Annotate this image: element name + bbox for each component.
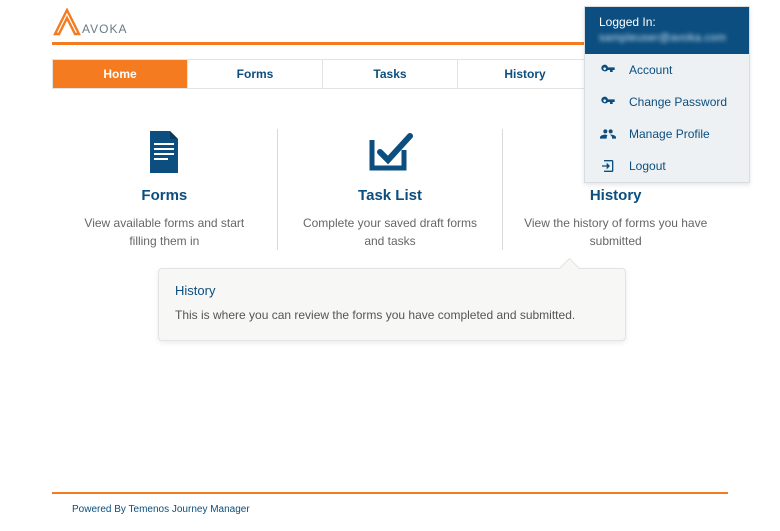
tooltip-body: This is where you can review the forms y… bbox=[175, 308, 609, 322]
logo-icon bbox=[52, 8, 82, 36]
menu-item-logout-label: Logout bbox=[629, 159, 666, 173]
footer: Powered By Temenos Journey Manager bbox=[52, 492, 728, 515]
key-icon bbox=[599, 62, 617, 78]
card-tasks-title: Task List bbox=[296, 187, 485, 204]
card-history-title: History bbox=[521, 187, 710, 204]
menu-item-change-password-label: Change Password bbox=[629, 95, 727, 109]
key-icon bbox=[599, 94, 617, 110]
forms-icon bbox=[70, 129, 259, 175]
logged-in-email: sampleuser@avoka.com bbox=[599, 32, 735, 44]
tooltip-title: History bbox=[175, 283, 609, 298]
card-tasks-desc: Complete your saved draft forms and task… bbox=[296, 214, 485, 250]
menu-item-change-password[interactable]: Change Password bbox=[585, 86, 749, 118]
logout-icon bbox=[599, 158, 617, 174]
menu-item-manage-profile-label: Manage Profile bbox=[629, 127, 710, 141]
history-tooltip: History This is where you can review the… bbox=[158, 268, 626, 341]
logged-in-label: Logged In: bbox=[599, 15, 735, 29]
card-forms[interactable]: Forms View available forms and start fil… bbox=[52, 129, 278, 250]
nav-history[interactable]: History bbox=[458, 60, 593, 88]
nav-forms[interactable]: Forms bbox=[188, 60, 323, 88]
tasks-icon bbox=[296, 129, 485, 175]
nav-home[interactable]: Home bbox=[53, 60, 188, 88]
menu-item-account-label: Account bbox=[629, 63, 672, 77]
user-menu-header: Logged In: sampleuser@avoka.com bbox=[585, 7, 749, 54]
menu-item-account[interactable]: Account bbox=[585, 54, 749, 86]
card-forms-desc: View available forms and start filling t… bbox=[70, 214, 259, 250]
footer-text: Powered By Temenos Journey Manager bbox=[52, 504, 728, 515]
footer-divider bbox=[52, 492, 728, 494]
card-forms-title: Forms bbox=[70, 187, 259, 204]
brand-name: AVOKA bbox=[82, 22, 127, 36]
user-menu: Logged In: sampleuser@avoka.com Account … bbox=[584, 6, 750, 183]
card-history-desc: View the history of forms you have submi… bbox=[521, 214, 710, 250]
nav-tasks[interactable]: Tasks bbox=[323, 60, 458, 88]
menu-item-logout[interactable]: Logout bbox=[585, 150, 749, 182]
card-tasks[interactable]: Task List Complete your saved draft form… bbox=[278, 129, 504, 250]
menu-item-manage-profile[interactable]: Manage Profile bbox=[585, 118, 749, 150]
users-icon bbox=[599, 126, 617, 142]
